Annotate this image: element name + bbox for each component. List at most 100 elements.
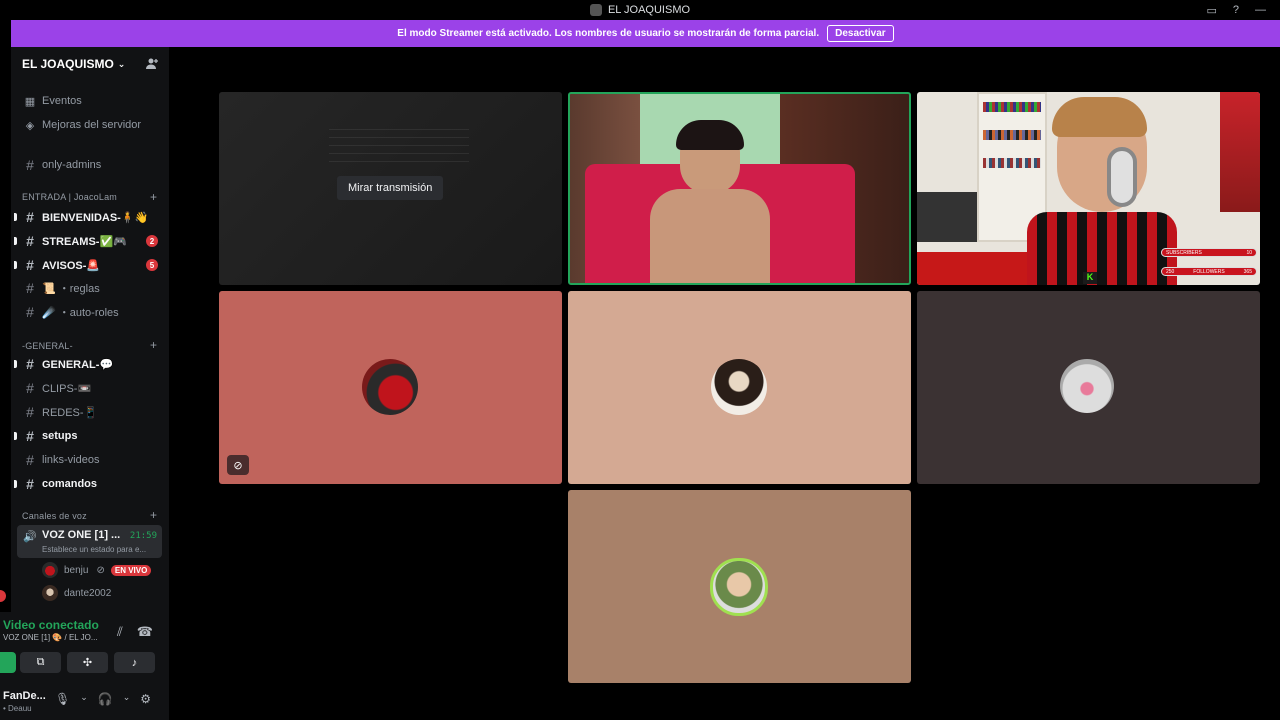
channel-setups[interactable]: # setups xyxy=(14,426,78,446)
voice-channel-active[interactable]: 🔊 VOZ ONE [1] ... 21:59 Establece un est… xyxy=(17,525,162,558)
chevron-down-icon[interactable]: ⌄ xyxy=(123,692,131,706)
sidebar-item-boosts[interactable]: ◈ Mejoras del servidor xyxy=(23,115,141,135)
server-header[interactable]: EL JOAQUISMO ⌄ xyxy=(11,47,169,81)
video-tile-user[interactable] xyxy=(917,291,1260,484)
category-general[interactable]: -GENERAL- xyxy=(22,341,73,351)
voice-channel-timer: 21:59 xyxy=(129,531,157,541)
disconnect-icon[interactable]: ☎ xyxy=(137,624,153,640)
user-name[interactable]: FanDe... xyxy=(3,690,46,702)
inbox-icon[interactable]: ▭ xyxy=(1206,4,1216,17)
channel-auto-roles[interactable]: # ☄️ ・auto-roles xyxy=(23,302,119,322)
overlay-follow-prefix: 250 xyxy=(1166,268,1175,275)
video-tile-dante[interactable] xyxy=(568,291,911,484)
overlay-follow-label: FOLLOWERS xyxy=(1193,268,1225,275)
deactivate-button[interactable]: Desactivar xyxy=(827,25,894,42)
soundboard-icon: ♪ xyxy=(131,656,138,669)
noise-suppression-icon[interactable]: ⫽ xyxy=(117,624,123,640)
category-voice[interactable]: Canales de voz xyxy=(22,511,87,521)
desk-red xyxy=(917,252,1027,285)
person-body xyxy=(650,189,770,283)
server-name: EL JOAQUISMO xyxy=(22,57,114,71)
channel-clips[interactable]: # CLIPS-📼 xyxy=(23,378,91,398)
hash-icon: # xyxy=(26,157,34,173)
overlay-sub-value: 10 xyxy=(1246,249,1252,256)
headphones-icon[interactable]: 🎧 xyxy=(98,692,113,706)
voice-connected-title[interactable]: Video conectado xyxy=(3,618,99,632)
help-icon[interactable]: ? xyxy=(1233,4,1239,16)
person-shirt xyxy=(1027,212,1177,285)
hash-icon: # xyxy=(26,452,34,468)
screen-share-button[interactable]: ⧉ xyxy=(20,652,61,673)
watch-stream-button[interactable]: Mirar transmisión xyxy=(337,176,444,200)
microphone-icon[interactable]: 🎙 xyxy=(55,692,70,706)
voice-user-name: benju xyxy=(64,564,89,576)
voice-channel-name: VOZ ONE [1] ... xyxy=(42,529,121,541)
soundboard-button[interactable]: ♪ xyxy=(114,652,155,673)
unread-indicator xyxy=(14,360,17,368)
user-avatar xyxy=(711,359,767,415)
chevron-down-icon[interactable]: ⌄ xyxy=(80,692,88,706)
video-tile-user-2[interactable] xyxy=(568,490,911,683)
channel-general[interactable]: # GENERAL-💬 xyxy=(14,354,113,374)
camera-button[interactable]: ▪ xyxy=(0,652,16,673)
channel-avisos[interactable]: # AVISOS-🚨 xyxy=(14,255,101,275)
poster xyxy=(1220,92,1260,212)
hash-icon: # xyxy=(26,257,34,273)
channel-comandos[interactable]: # comandos xyxy=(14,474,98,494)
voice-connected-subtitle[interactable]: VOZ ONE [1] 🎨 / EL JO... xyxy=(3,633,98,642)
channel-label: BIENVENIDAS-🧍👋 xyxy=(42,211,149,224)
voice-user-dante2002[interactable]: dante2002 xyxy=(42,584,111,602)
channel-redes[interactable]: # REDES-📱 xyxy=(23,402,97,422)
books-row xyxy=(983,130,1041,140)
mention-badge: 2 xyxy=(146,235,158,247)
user-status: • Deauu xyxy=(3,704,32,713)
channel-streams[interactable]: # STREAMS-✅🎮 xyxy=(14,231,127,251)
channel-label: comandos xyxy=(42,478,98,490)
user-controls: 🎙 ⌄ 🎧 ⌄ ⚙ xyxy=(55,692,151,706)
sidebar-item-events[interactable]: ▦ Eventos xyxy=(23,91,82,111)
video-tile-benju[interactable]: ⊘ xyxy=(219,291,562,484)
user-avatar xyxy=(1060,359,1114,413)
channel-reglas[interactable]: # 📜 ・reglas xyxy=(23,278,100,298)
channel-only-admins[interactable]: # only-admins xyxy=(23,155,101,175)
streamer-mode-banner: El modo Streamer está activado. Los nomb… xyxy=(11,20,1280,47)
add-channel-icon[interactable]: + xyxy=(150,338,157,352)
channel-label: ☄️ ・auto-roles xyxy=(42,307,119,319)
invite-people-icon[interactable] xyxy=(145,57,159,71)
video-tile-speaking[interactable] xyxy=(568,92,911,285)
mention-badge: 5 xyxy=(146,259,158,271)
window-titlebar: EL JOAQUISMO ▭ ? — xyxy=(0,0,1280,20)
settings-gear-icon[interactable]: ⚙ xyxy=(140,692,151,706)
unread-indicator xyxy=(14,261,17,269)
stream-tile[interactable]: Mirar transmisión xyxy=(219,92,562,285)
add-channel-icon[interactable]: + xyxy=(150,508,157,522)
deafened-icon: ⊘ xyxy=(96,564,105,576)
live-badge: EN VIVO xyxy=(110,564,152,576)
channel-links-videos[interactable]: # links-videos xyxy=(23,450,99,470)
overlay-follow-value: 365 xyxy=(1243,268,1252,275)
hash-icon: # xyxy=(26,209,34,225)
minimize-icon[interactable]: — xyxy=(1255,4,1266,16)
boost-icon: ◈ xyxy=(25,119,35,132)
category-entrada[interactable]: ENTRADA | JoacoLam xyxy=(22,192,117,202)
followers-overlay: 250 FOLLOWERS 365 xyxy=(1161,267,1257,276)
sidebar-item-label: Mejoras del servidor xyxy=(42,119,142,131)
unread-indicator xyxy=(14,432,17,440)
video-tile-streamer[interactable]: SUBSCRIBERS 10 250 FOLLOWERS 365 K xyxy=(917,92,1260,285)
hash-icon: # xyxy=(26,233,34,249)
unread-indicator xyxy=(14,237,17,245)
hash-icon: # xyxy=(26,476,34,492)
activities-button[interactable]: ✣ xyxy=(67,652,108,673)
channel-bienvenidas[interactable]: # BIENVENIDAS-🧍👋 xyxy=(14,207,149,227)
subscribers-overlay: SUBSCRIBERS 10 xyxy=(1161,248,1257,257)
add-channel-icon[interactable]: + xyxy=(150,190,157,204)
voice-controls: ⫽ ☎ xyxy=(117,624,153,640)
voice-user-benju[interactable]: benju ⊘ EN VIVO xyxy=(42,561,152,579)
overlay-sub-label: SUBSCRIBERS xyxy=(1166,249,1202,256)
channel-label: setups xyxy=(42,430,78,442)
calendar-icon: ▦ xyxy=(24,95,36,108)
kick-logo-icon: K xyxy=(1083,272,1097,284)
voice-connection-panel: Video conectado VOZ ONE [1] 🎨 / EL JO...… xyxy=(0,612,169,720)
hash-icon: # xyxy=(26,380,34,396)
channel-label: AVISOS-🚨 xyxy=(42,259,101,272)
